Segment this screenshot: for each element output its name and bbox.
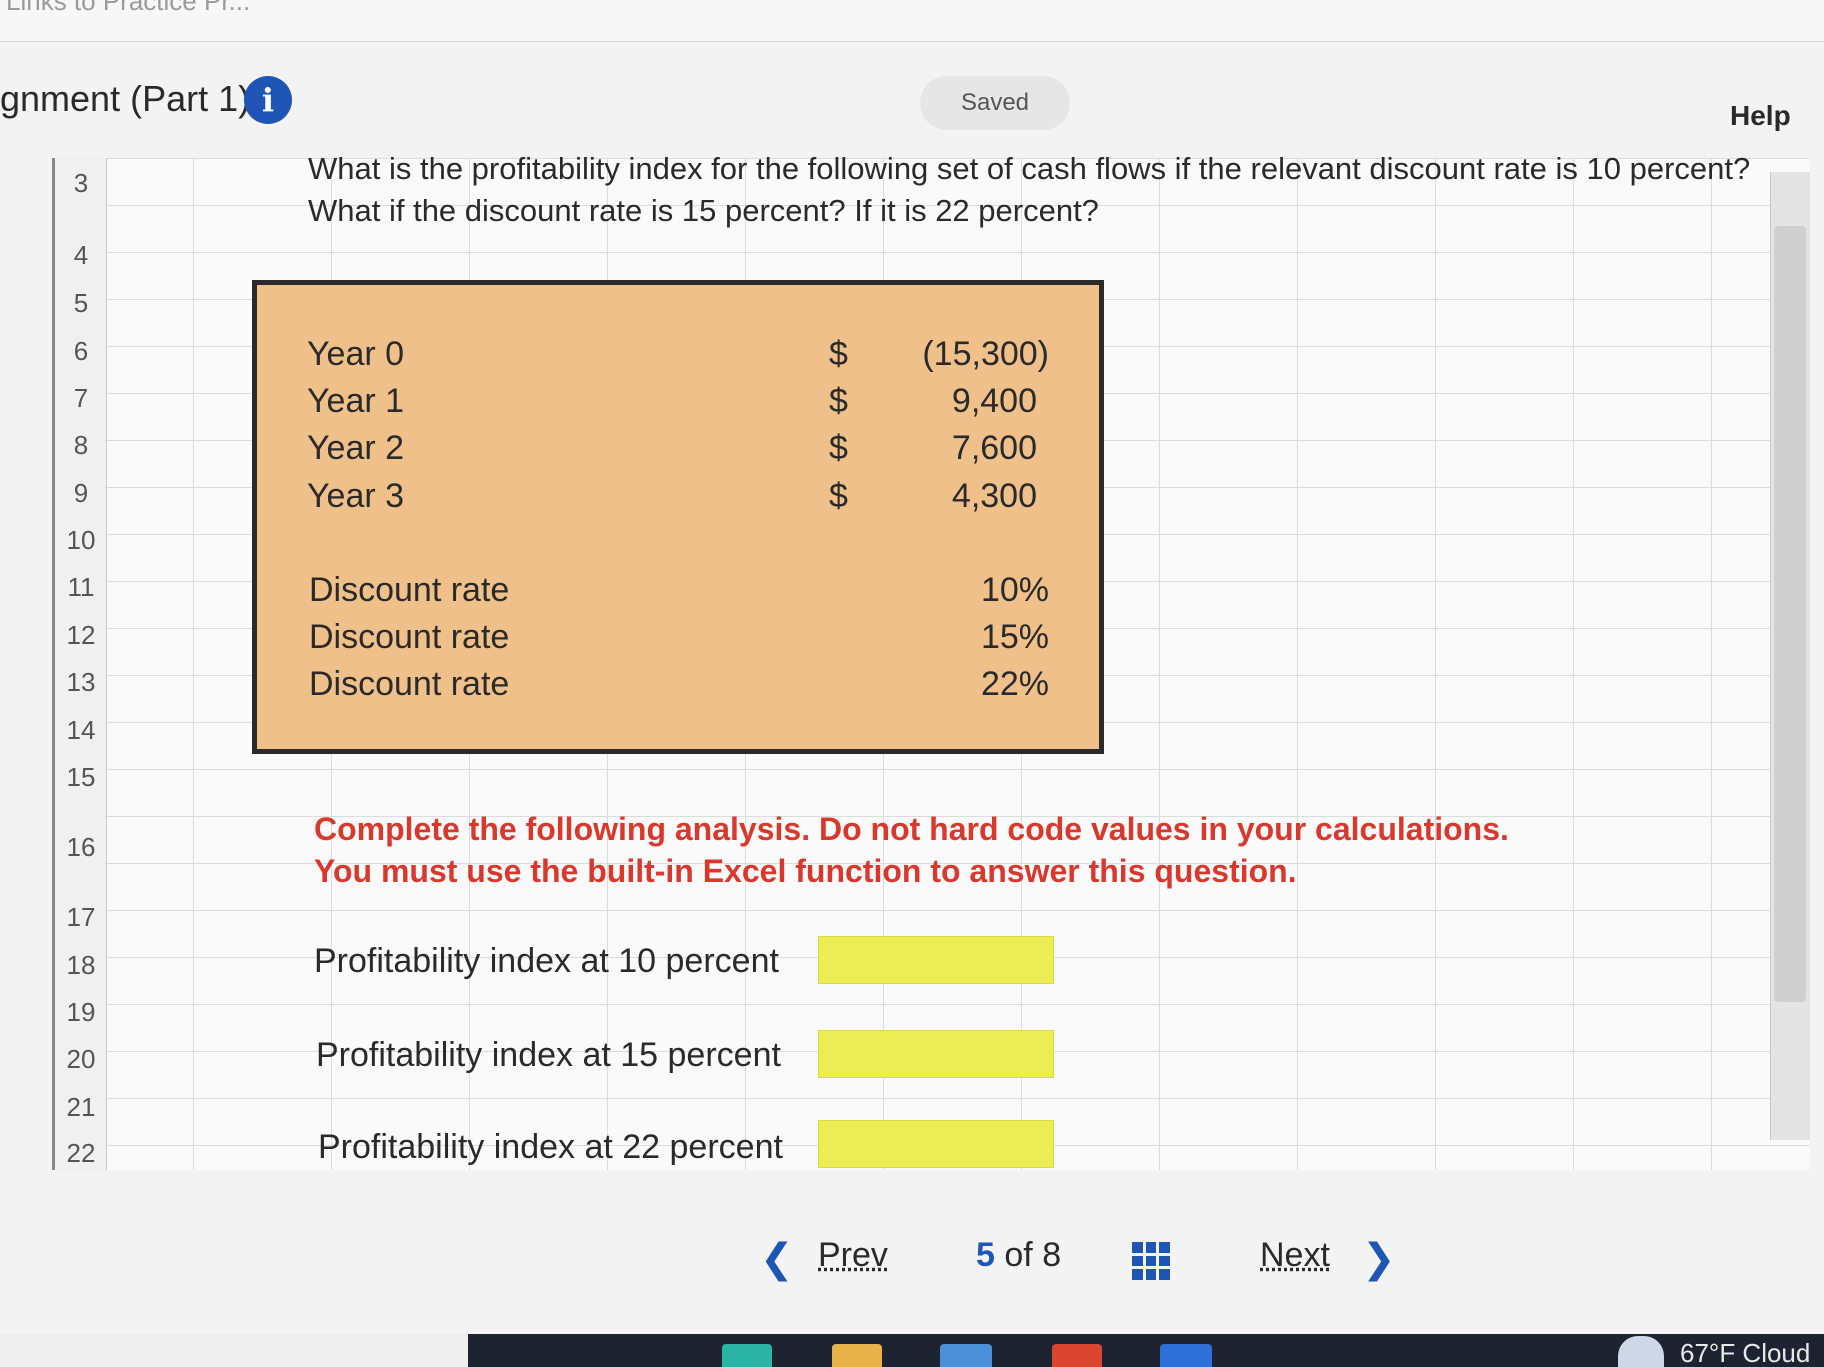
row-headers: 3 4 5 6 7 8 9 10 11 12 13 14 15 16 17 18…: [55, 158, 107, 1170]
grid-icon[interactable]: [1132, 1242, 1170, 1280]
row-header[interactable]: 12: [55, 620, 107, 651]
row-header[interactable]: 22: [55, 1138, 107, 1169]
currency-symbol: $: [829, 335, 848, 373]
row-header[interactable]: 5: [55, 288, 107, 319]
chrome-icon[interactable]: [1052, 1344, 1102, 1367]
row-header[interactable]: 13: [55, 667, 107, 698]
current-page: 5: [976, 1236, 995, 1274]
discount-rate-value: 15%: [980, 618, 1049, 656]
help-link[interactable]: Help: [1730, 100, 1791, 132]
row-header[interactable]: 8: [55, 430, 107, 461]
cash-flow-value: 7,600: [951, 429, 1037, 467]
pi-label-22: Profitability index at 22 percent: [318, 1128, 783, 1166]
scrollbar-thumb[interactable]: [1774, 226, 1806, 1002]
store-icon[interactable]: [940, 1344, 992, 1367]
cash-flow-label: Year 1: [307, 382, 405, 420]
cash-flow-value: (15,300): [922, 335, 1049, 373]
app-icon[interactable]: [722, 1344, 772, 1367]
cash-flow-value: 9,400: [951, 382, 1037, 420]
prev-button[interactable]: Prev: [818, 1236, 888, 1275]
row-header[interactable]: 17: [55, 902, 107, 933]
row-header[interactable]: 10: [55, 525, 107, 556]
pi-input-cell-15[interactable]: [818, 1030, 1054, 1078]
pi-label-10: Profitability index at 10 percent: [314, 942, 779, 980]
next-button[interactable]: Next: [1260, 1236, 1330, 1275]
row-header[interactable]: 16: [55, 832, 107, 863]
discount-rate-value: 22%: [980, 665, 1049, 703]
pi-input-cell-10[interactable]: [818, 936, 1054, 984]
browser-top-strip: Links to Practice Pr...: [0, 0, 1824, 42]
row-header[interactable]: 3: [55, 168, 107, 199]
weather-text[interactable]: 67°F Cloud: [1680, 1338, 1810, 1367]
row-header[interactable]: 11: [55, 572, 107, 603]
discount-rate-label: Discount rate: [309, 665, 510, 703]
row-header[interactable]: 4: [55, 240, 107, 271]
cash-flow-data-box: Year 0 $ (15,300) Year 1 $ 9,400 Year 2 …: [252, 280, 1104, 754]
info-icon[interactable]: i: [244, 76, 292, 124]
taskbar-search-area[interactable]: [0, 1334, 468, 1367]
question-text: What is the profitability index for the …: [308, 151, 1751, 228]
page-title: gnment (Part 1): [0, 78, 251, 119]
row-header[interactable]: 6: [55, 336, 107, 367]
row-header[interactable]: 19: [55, 997, 107, 1028]
folder-icon[interactable]: [832, 1344, 882, 1367]
row-header[interactable]: 9: [55, 478, 107, 509]
cash-flow-label: Year 2: [307, 429, 405, 467]
cash-flow-label: Year 3: [307, 477, 405, 515]
row-header[interactable]: 21: [55, 1092, 107, 1123]
chevron-right-icon[interactable]: ❯: [1362, 1236, 1396, 1282]
discount-rate-value: 10%: [980, 571, 1049, 609]
pi-input-cell-22[interactable]: [818, 1120, 1054, 1168]
instruction-line: You must use the built-in Excel function…: [314, 853, 1297, 889]
page-indicator: 5 of 8: [976, 1236, 1061, 1275]
pi-label-15: Profitability index at 15 percent: [316, 1036, 781, 1074]
breadcrumb[interactable]: Links to Practice Pr...: [6, 0, 250, 17]
discount-rate-label: Discount rate: [309, 618, 510, 656]
row-header[interactable]: 18: [55, 950, 107, 981]
cloud-icon: [1618, 1336, 1664, 1367]
row-header[interactable]: 20: [55, 1044, 107, 1075]
cash-flow-value: 4,300: [951, 477, 1037, 515]
cash-flow-label: Year 0: [307, 335, 405, 373]
saved-status-badge: Saved: [920, 76, 1070, 130]
instruction-text: Complete the following analysis. Do not …: [314, 808, 1664, 892]
page-of: of: [1004, 1236, 1033, 1274]
chevron-left-icon[interactable]: ❮: [760, 1236, 794, 1282]
row-header[interactable]: 14: [55, 715, 107, 746]
discount-rate-label: Discount rate: [309, 571, 510, 609]
row-header[interactable]: 15: [55, 762, 107, 793]
instruction-line: Complete the following analysis. Do not …: [314, 811, 1509, 847]
word-icon[interactable]: [1160, 1344, 1212, 1367]
row-header[interactable]: 7: [55, 383, 107, 414]
total-pages: 8: [1042, 1236, 1062, 1274]
